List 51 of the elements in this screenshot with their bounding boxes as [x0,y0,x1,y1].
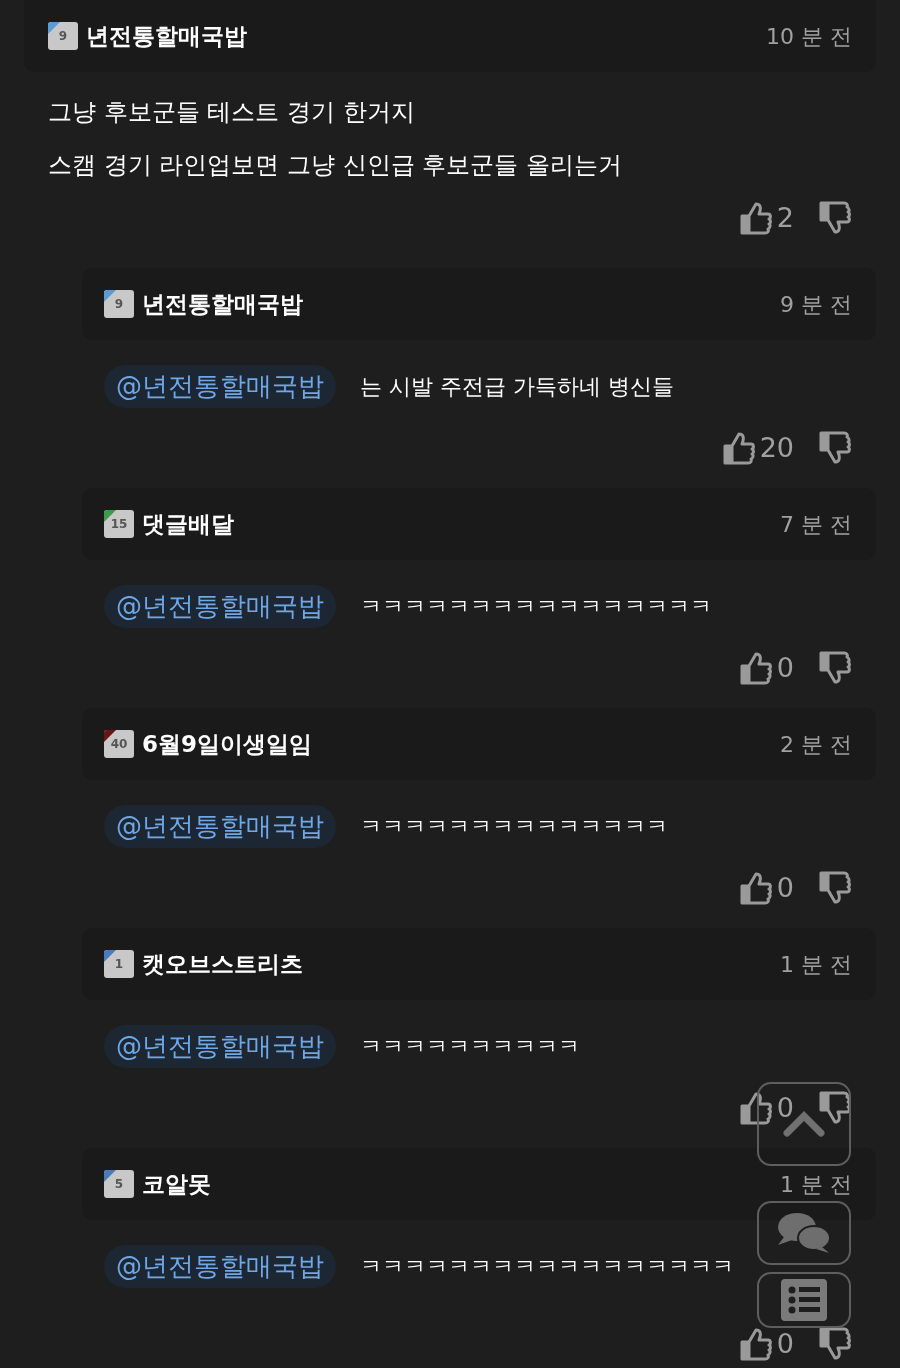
thumbs-down-icon[interactable] [818,871,852,906]
thumbs-down-icon[interactable] [818,201,852,236]
comment-text: 그냥 후보군들 테스트 경기 한거지 스캠 경기 라인업보면 그냥 신인급 후보군들 올리는거 [48,97,622,181]
mention-link[interactable]: @년전통할매국밥 [104,1024,336,1068]
author-name[interactable]: 코알못 [142,1166,211,1202]
timestamp: 2 분 전 [780,730,852,759]
like-count: 0 [776,651,794,685]
timestamp: 9 분 전 [780,290,852,319]
like-count: 0 [776,1091,794,1125]
mention-link[interactable]: @년전통할매국밥 [104,1244,336,1288]
level-badge: 1 [104,950,134,978]
like-count: 2 [776,201,794,235]
mention-link[interactable]: @년전통할매국밥 [104,584,336,628]
list-button[interactable] [757,1272,851,1328]
comment-text: ㅋㅋㅋㅋㅋㅋㅋㅋㅋㅋㅋㅋㅋㅋㅋㅋ [360,592,712,621]
thumbs-down-icon[interactable] [818,431,852,466]
comments-button[interactable] [757,1201,851,1265]
thumbs-down-icon[interactable] [818,1327,852,1362]
thumbs-up-icon[interactable] [738,1091,773,1126]
level-badge: 5 [104,1170,134,1198]
mention-link[interactable]: @년전통할매국밥 [104,364,336,408]
comment-text: ㅋㅋㅋㅋㅋㅋㅋㅋㅋㅋ [360,1032,580,1061]
author-name[interactable]: 년전통할매국밥 [142,286,303,322]
timestamp: 10 분 전 [766,22,852,51]
like-count: 0 [776,1327,794,1361]
level-badge: 9 [104,290,134,318]
thumbs-up-icon[interactable] [738,201,773,236]
like-count: 20 [759,431,794,465]
author-name[interactable]: 6월9일이생일임 [142,726,312,762]
author-name[interactable]: 댓글배달 [142,506,234,542]
thumbs-down-icon[interactable] [818,1091,852,1126]
scroll-top-button[interactable] [757,1082,851,1166]
timestamp: 7 분 전 [780,510,852,539]
comment-text: ㅋㅋㅋㅋㅋㅋㅋㅋㅋㅋㅋㅋㅋㅋ [360,812,668,841]
timestamp: 1 분 전 [780,1170,852,1199]
thumbs-down-icon[interactable] [818,651,852,686]
like-count: 0 [776,871,794,905]
author-name[interactable]: 캣오브스트리츠 [142,946,303,982]
author-name[interactable]: 년전통할매국밥 [86,18,247,54]
thumbs-up-icon[interactable] [721,431,756,466]
level-badge: 9 [48,22,78,50]
thumbs-up-icon[interactable] [738,651,773,686]
list-icon [780,1278,828,1322]
timestamp: 1 분 전 [780,950,852,979]
thumbs-up-icon[interactable] [738,871,773,906]
thumbs-up-icon[interactable] [738,1327,773,1362]
level-badge: 40 [104,730,134,758]
level-badge: 15 [104,510,134,538]
comment-text: ㅋㅋㅋㅋㅋㅋㅋㅋㅋㅋㅋㅋㅋㅋㅋㅋㅋ [360,1252,734,1281]
comment-text: 는 시발 주전급 가득하네 병신들 [360,372,674,401]
mention-link[interactable]: @년전통할매국밥 [104,804,336,848]
